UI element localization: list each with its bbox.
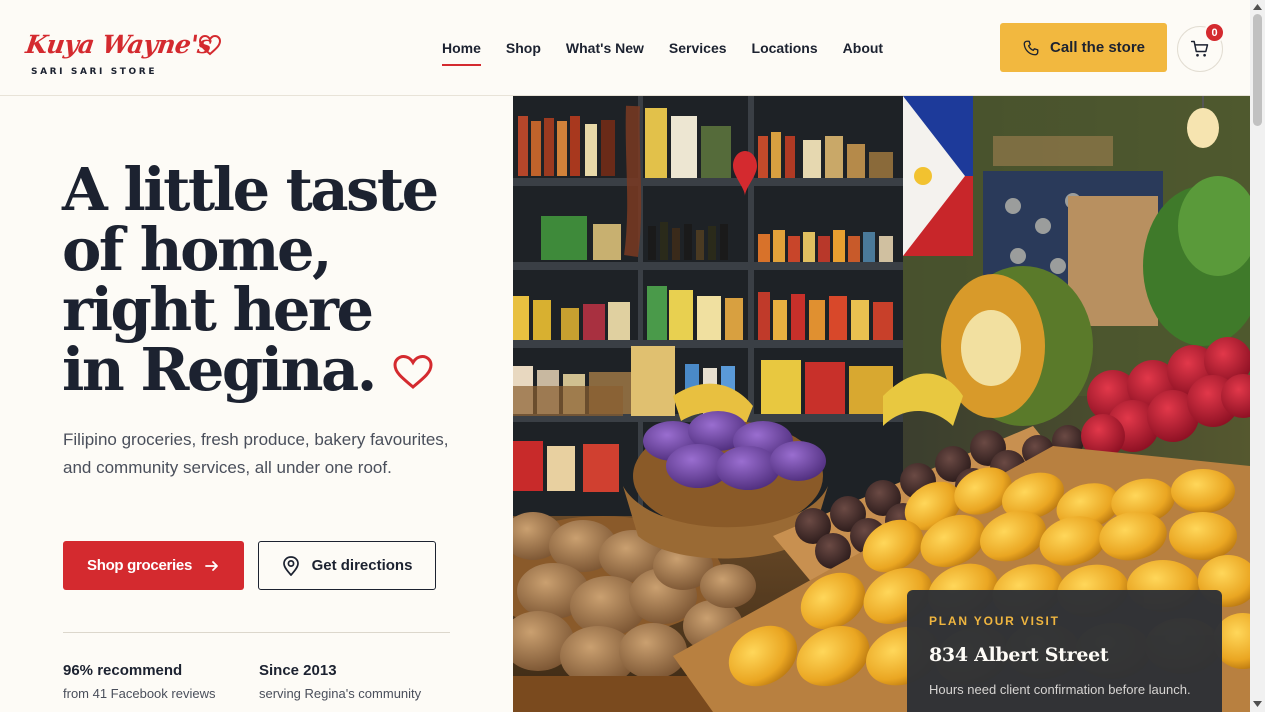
stat-subtitle: serving Regina's community [259,686,422,701]
heart-outline-icon [393,354,433,389]
brand-tagline: SARI SARI STORE [31,67,158,77]
plan-visit-card: PLAN YOUR VISIT 834 Albert Street Hours … [907,590,1222,712]
hero-title-line: in Regina. [62,335,377,404]
phone-icon [1023,40,1039,55]
shopping-cart-icon [1190,40,1209,57]
stat-title: Since 2013 [259,662,337,679]
get-directions-button[interactable]: Get directions [258,541,436,590]
scroll-thumb[interactable] [1253,14,1262,126]
visit-label: PLAN YOUR VISIT [929,614,1060,628]
nav-item-locations[interactable]: Locations [752,40,818,66]
hero-description: Filipino groceries, fresh produce, baker… [63,430,449,477]
scroll-up-icon[interactable] [1250,2,1265,12]
brand-name: Kuya Wayne's [23,30,214,59]
nav-item-about[interactable]: About [843,40,883,66]
brand-logo[interactable]: Kuya Wayne's SARI SARI STORE [23,28,226,80]
cart-count-badge: 0 [1204,22,1225,43]
stats-divider [63,632,450,633]
get-directions-label: Get directions [311,557,413,574]
hero-title: A little taste of home, right here in Re… [62,160,502,400]
hero-title-line: A little taste [62,155,439,224]
main-nav: Home Shop What's New Services Locations … [442,40,883,66]
shop-groceries-button[interactable]: Shop groceries [63,541,244,590]
stat-title: 96% recommend [63,662,183,679]
site-header: Kuya Wayne's SARI SARI STORE Home Shop W… [0,0,1250,96]
visit-address: 834 Albert Street [929,644,1109,666]
scroll-down-icon[interactable] [1250,699,1265,709]
nav-item-services[interactable]: Services [669,40,727,66]
nav-item-home[interactable]: Home [442,40,481,66]
page-scrollbar[interactable] [1250,0,1265,712]
heart-outline-icon [198,34,222,56]
shop-groceries-label: Shop groceries [87,557,192,574]
hero-title-line: right here [62,275,374,344]
nav-item-shop[interactable]: Shop [506,40,541,66]
call-store-label: Call the store [1049,39,1146,56]
call-store-button[interactable]: Call the store [1000,23,1167,72]
stat-subtitle: from 41 Facebook reviews [63,686,216,701]
stat-since: Since 2013 serving Regina's community [259,662,421,701]
stat-recommend: 96% recommend from 41 Facebook reviews [63,662,215,701]
nav-item-whats-new[interactable]: What's New [566,40,644,66]
map-pin-icon [282,555,299,576]
arrow-right-icon [205,560,218,571]
visit-hours-note: Hours need client confirmation before la… [929,682,1191,697]
hero-title-line: of home, [62,215,333,284]
